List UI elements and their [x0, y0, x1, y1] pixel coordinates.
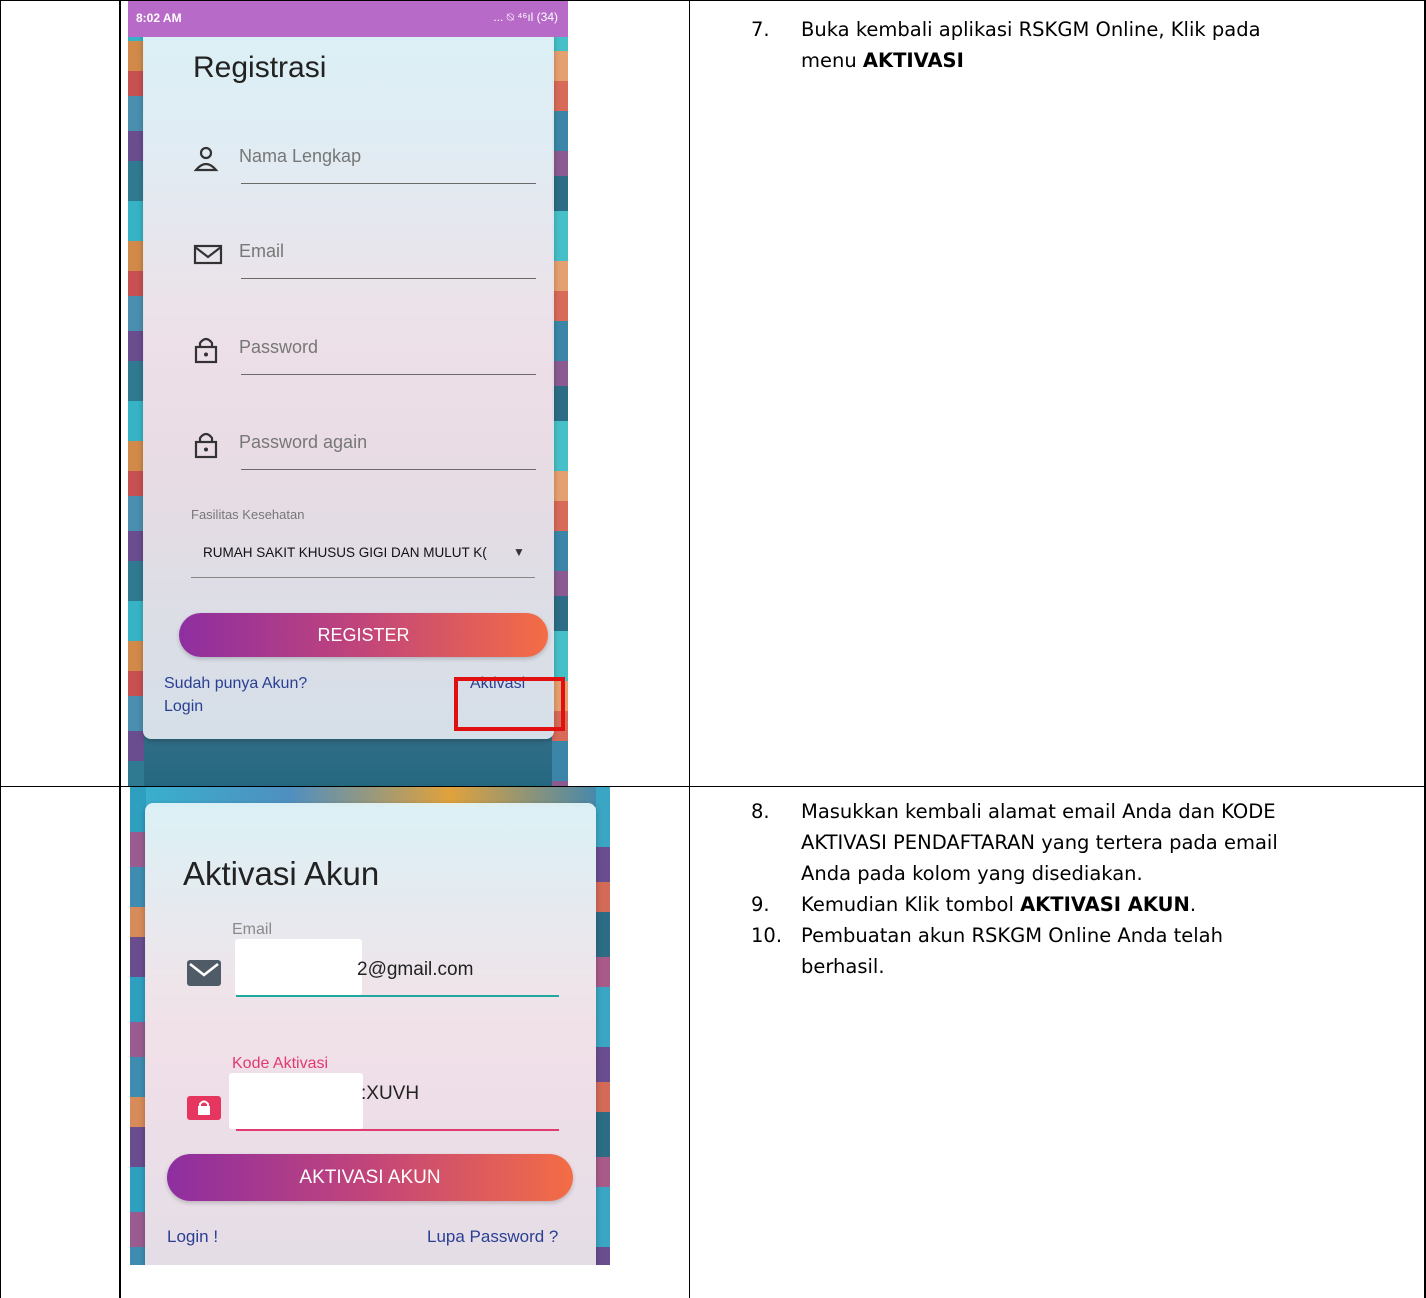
password-again-placeholder: Password again	[239, 432, 368, 452]
table-divider-col1	[119, 0, 121, 1298]
page-title: Registrasi	[193, 51, 327, 84]
step-number: 9.	[751, 893, 770, 916]
redaction-box	[235, 939, 362, 995]
step-number: 10.	[751, 924, 783, 947]
step-text: Kemudian Klik tombol AKTIVASI AKUN.	[801, 893, 1197, 916]
activate-account-button[interactable]: AKTIVASI AKUN	[167, 1154, 573, 1201]
code-underline	[236, 1129, 559, 1131]
code-input[interactable]: :XUVH	[361, 1083, 419, 1105]
password-again-underline	[241, 469, 536, 470]
lock-icon	[193, 335, 219, 365]
background-pattern-right	[596, 787, 610, 1265]
step-text: Pembuatan akun RSKGM Online Anda telah be…	[801, 924, 1223, 978]
name-placeholder: Nama Lengkap	[239, 146, 362, 166]
email-placeholder: Email	[239, 241, 285, 261]
activation-screenshot: Aktivasi Akun Email 2@gmail.com Kode Akt…	[130, 787, 610, 1265]
registration-screenshot: Registrasi Nama Lengkap Email Password P…	[128, 1, 568, 786]
table-border-left	[0, 0, 1, 1298]
person-icon	[193, 144, 219, 174]
step-8: 8. Masukkan kembali alamat email Anda da…	[751, 796, 1409, 889]
login-link[interactable]: Login !	[167, 1227, 218, 1247]
email-label: Email	[232, 921, 273, 938]
step-9: 9. Kemudian Klik tombol AKTIVASI AKUN.	[751, 889, 1409, 920]
status-icons: ... ⍉ ⁴⁶ıl (34)	[493, 10, 558, 24]
page-title: Aktivasi Akun	[183, 855, 380, 892]
password-again-field[interactable]: Password again	[193, 430, 536, 470]
password-underline	[241, 374, 536, 375]
step-7: 7. Buka kembali aplikasi RSKGM Online, K…	[751, 14, 1409, 76]
mail-icon	[193, 239, 223, 269]
name-underline	[241, 183, 536, 184]
lock-icon	[187, 1096, 221, 1120]
facility-label: Fasilitas Kesehatan	[191, 507, 305, 522]
email-field[interactable]: Email	[193, 239, 536, 279]
status-bar: 8:02 AM ... ⍉ ⁴⁶ıl (34)	[128, 1, 568, 37]
email-input[interactable]: 2@gmail.com	[357, 959, 473, 981]
table-divider-col2	[689, 0, 690, 1298]
redaction-box	[229, 1073, 363, 1129]
step-number: 8.	[751, 800, 770, 823]
registration-card: Registrasi Nama Lengkap Email Password P…	[143, 21, 565, 739]
step-number: 7.	[751, 18, 770, 41]
lock-icon	[193, 430, 219, 460]
forgot-password-link[interactable]: Lupa Password ?	[427, 1227, 558, 1247]
step-text: Buka kembali aplikasi RSKGM Online, Klik…	[801, 18, 1261, 72]
email-underline	[241, 278, 536, 279]
chevron-down-icon[interactable]: ▼	[513, 545, 525, 559]
password-field[interactable]: Password	[193, 335, 536, 375]
have-account-link[interactable]: Sudah punya Akun?	[164, 675, 307, 693]
password-placeholder: Password	[239, 337, 319, 357]
step-text: Masukkan kembali alamat email Anda dan K…	[801, 800, 1278, 885]
register-button[interactable]: REGISTER	[179, 613, 548, 657]
code-label: Kode Aktivasi	[232, 1055, 329, 1072]
activation-card: Aktivasi Akun Email 2@gmail.com Kode Akt…	[145, 803, 596, 1265]
facility-select[interactable]: RUMAH SAKIT KHUSUS GIGI DAN MULUT K(	[203, 545, 487, 560]
step-10: 10. Pembuatan akun RSKGM Online Anda tel…	[751, 920, 1409, 982]
name-field[interactable]: Nama Lengkap	[193, 144, 536, 184]
facility-underline	[191, 577, 535, 578]
login-link[interactable]: Login	[164, 698, 203, 716]
mail-icon	[187, 960, 221, 986]
background-pattern-left	[128, 1, 144, 786]
background-pattern-right	[552, 1, 568, 786]
background-pattern-left	[130, 787, 146, 1265]
highlight-box	[454, 677, 565, 731]
status-time: 8:02 AM	[136, 11, 182, 25]
email-underline	[236, 995, 559, 997]
